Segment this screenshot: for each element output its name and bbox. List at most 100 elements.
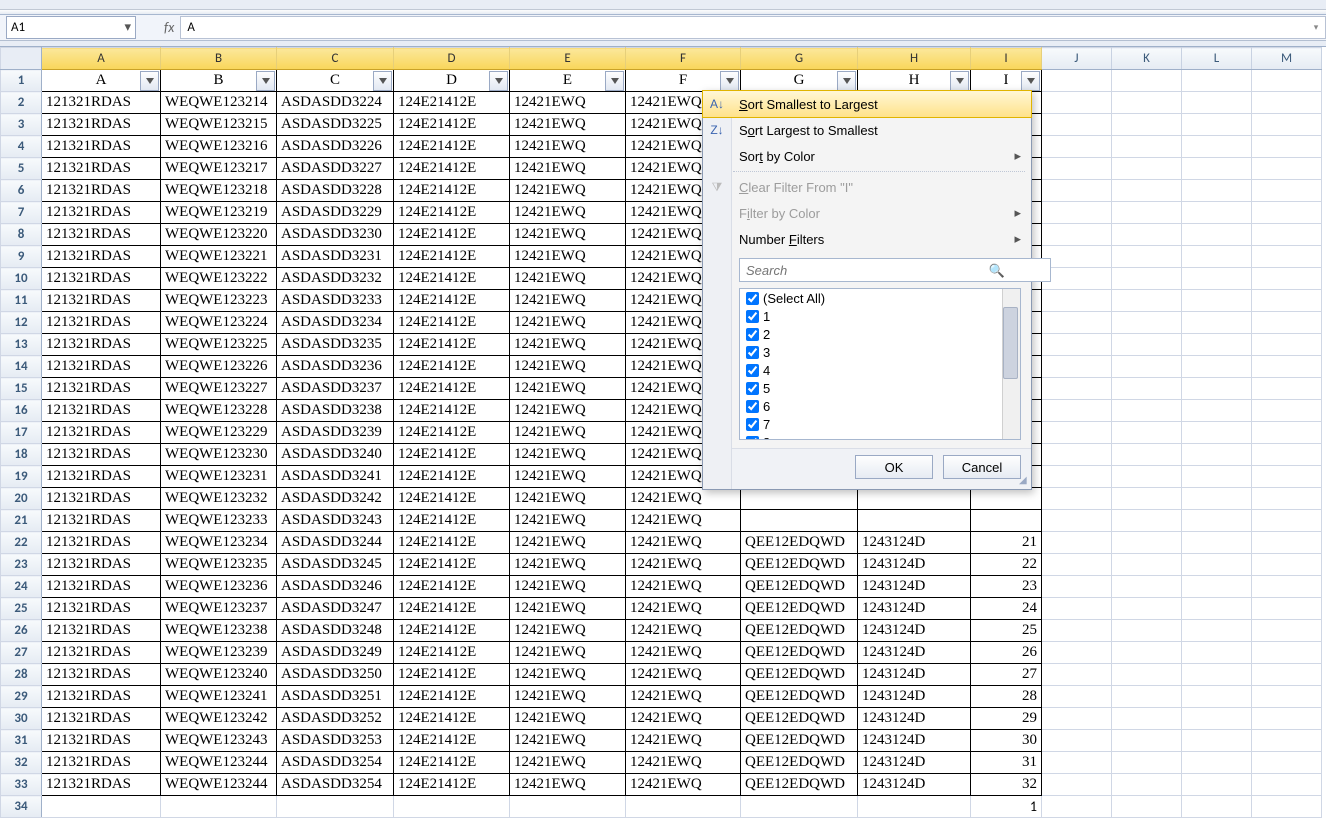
cell[interactable] — [1252, 224, 1322, 246]
cell[interactable]: 12421EWQ — [626, 620, 741, 642]
cell[interactable]: 12421EWQ — [626, 730, 741, 752]
row-header-14[interactable]: 14 — [1, 356, 42, 378]
cell[interactable] — [1252, 158, 1322, 180]
cell[interactable] — [1112, 136, 1182, 158]
cell[interactable] — [1252, 180, 1322, 202]
cell[interactable]: ASDASDD3225 — [277, 114, 394, 136]
cell[interactable] — [858, 488, 971, 510]
cell[interactable] — [1182, 730, 1252, 752]
checkbox[interactable] — [746, 436, 759, 441]
cell[interactable]: 32 — [971, 774, 1042, 796]
cell[interactable]: WEQWE123239 — [161, 642, 277, 664]
column-header-K[interactable]: K — [1112, 48, 1182, 70]
cell[interactable] — [1252, 444, 1322, 466]
cell[interactable] — [971, 488, 1042, 510]
cell[interactable] — [1252, 576, 1322, 598]
cell[interactable] — [1042, 488, 1112, 510]
cell[interactable]: ASDASDD3236 — [277, 356, 394, 378]
cell[interactable]: WEQWE123229 — [161, 422, 277, 444]
cell[interactable]: 1243124D — [858, 554, 971, 576]
cell[interactable]: 12421EWQ — [510, 620, 626, 642]
cell[interactable] — [1252, 422, 1322, 444]
cell[interactable] — [1112, 312, 1182, 334]
cell[interactable]: 12421EWQ — [510, 92, 626, 114]
cell[interactable] — [1042, 246, 1112, 268]
cell[interactable] — [1042, 664, 1112, 686]
cell[interactable] — [1182, 532, 1252, 554]
filter-dropdown-button[interactable] — [720, 71, 739, 91]
cell[interactable] — [626, 796, 741, 818]
cell[interactable]: 121321RDAS — [42, 136, 161, 158]
cell[interactable] — [1042, 686, 1112, 708]
cell[interactable] — [1112, 554, 1182, 576]
ok-button[interactable]: OK — [855, 455, 933, 479]
cell[interactable]: 12421EWQ — [626, 510, 741, 532]
filter-value-item[interactable]: 4 — [740, 361, 1020, 379]
cell[interactable]: 124E21412E — [394, 290, 510, 312]
cell[interactable]: 1243124D — [858, 686, 971, 708]
cell[interactable]: WEQWE123220 — [161, 224, 277, 246]
cell[interactable]: 29 — [971, 708, 1042, 730]
cell[interactable] — [1252, 642, 1322, 664]
cell[interactable]: ASDASDD3242 — [277, 488, 394, 510]
cell[interactable]: WEQWE123232 — [161, 488, 277, 510]
filter-dropdown-button[interactable] — [605, 71, 624, 91]
filter-value-select-all[interactable]: (Select All) — [740, 289, 1020, 307]
cell[interactable]: 121321RDAS — [42, 158, 161, 180]
cell[interactable]: 124E21412E — [394, 136, 510, 158]
cell[interactable] — [1182, 312, 1252, 334]
filter-value-item[interactable]: 7 — [740, 415, 1020, 433]
cell[interactable]: 12421EWQ — [510, 510, 626, 532]
cell[interactable]: 121321RDAS — [42, 686, 161, 708]
cell[interactable] — [1182, 114, 1252, 136]
cell[interactable]: 124E21412E — [394, 334, 510, 356]
cell[interactable]: 124E21412E — [394, 224, 510, 246]
cell[interactable] — [1252, 752, 1322, 774]
cell[interactable]: 121321RDAS — [42, 532, 161, 554]
row-header-19[interactable]: 19 — [1, 466, 42, 488]
cell[interactable]: 121321RDAS — [42, 334, 161, 356]
cell[interactable] — [741, 510, 858, 532]
cell[interactable]: ASDASDD3226 — [277, 136, 394, 158]
cell[interactable] — [1042, 378, 1112, 400]
cell[interactable]: 121321RDAS — [42, 642, 161, 664]
column-header-I[interactable]: I — [971, 48, 1042, 70]
number-filters[interactable]: Number Filters ▸ — [703, 226, 1031, 252]
row-header-4[interactable]: 4 — [1, 136, 42, 158]
row-header-34[interactable]: 34 — [1, 796, 42, 818]
cell[interactable]: 1 — [971, 796, 1042, 818]
scrollbar-thumb[interactable] — [1003, 307, 1018, 379]
cell[interactable]: 124E21412E — [394, 532, 510, 554]
cell[interactable] — [1042, 334, 1112, 356]
table-header-G[interactable]: G — [741, 70, 858, 92]
cell[interactable]: 121321RDAS — [42, 444, 161, 466]
cell[interactable] — [1252, 774, 1322, 796]
cell[interactable] — [1182, 136, 1252, 158]
cell[interactable] — [1182, 466, 1252, 488]
column-header-M[interactable]: M — [1252, 48, 1322, 70]
cell[interactable]: 12421EWQ — [626, 752, 741, 774]
cell[interactable] — [1112, 620, 1182, 642]
cell[interactable] — [1042, 532, 1112, 554]
cell[interactable]: WEQWE123217 — [161, 158, 277, 180]
cell[interactable] — [1112, 510, 1182, 532]
cell[interactable]: 124E21412E — [394, 444, 510, 466]
row-header-32[interactable]: 32 — [1, 752, 42, 774]
cell[interactable] — [1112, 356, 1182, 378]
cell[interactable]: WEQWE123237 — [161, 598, 277, 620]
cell[interactable] — [1182, 576, 1252, 598]
cell[interactable]: 121321RDAS — [42, 752, 161, 774]
cell[interactable]: 124E21412E — [394, 510, 510, 532]
cell[interactable]: 1243124D — [858, 774, 971, 796]
cell[interactable] — [1252, 70, 1322, 92]
cell[interactable] — [1182, 356, 1252, 378]
cell[interactable]: QEE12EDQWD — [741, 576, 858, 598]
cell[interactable]: 12421EWQ — [626, 642, 741, 664]
cell[interactable] — [1042, 92, 1112, 114]
cell[interactable]: QEE12EDQWD — [741, 686, 858, 708]
cell[interactable]: 12421EWQ — [510, 554, 626, 576]
cell[interactable] — [1252, 312, 1322, 334]
cell[interactable]: WEQWE123221 — [161, 246, 277, 268]
cell[interactable]: 121321RDAS — [42, 114, 161, 136]
cell[interactable] — [858, 510, 971, 532]
